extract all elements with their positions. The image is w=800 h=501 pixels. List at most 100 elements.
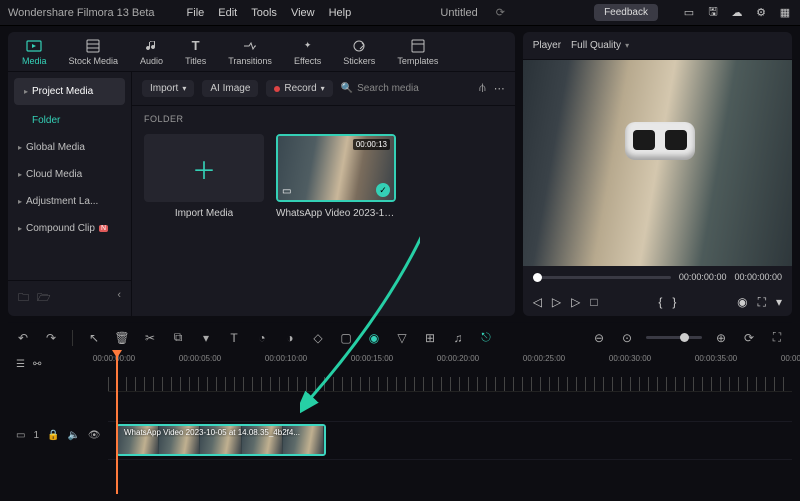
video-track-header[interactable]: ▭ 1 🔒 🔈 👁 <box>8 416 108 454</box>
feedback-button[interactable]: Feedback <box>594 4 658 21</box>
sidebar-compound-clip[interactable]: ▸ Compound Clip N <box>8 215 131 242</box>
menu-help[interactable]: Help <box>329 7 352 19</box>
marker-button[interactable]: ▽ <box>393 329 411 347</box>
quality-dropdown[interactable]: Full Quality ▾ <box>571 40 629 51</box>
mark-in-button[interactable]: { <box>658 295 662 309</box>
delete-button[interactable]: 🗑 <box>113 329 131 347</box>
top-menubar: Wondershare Filmora 13 Beta File Edit To… <box>0 0 800 26</box>
monitor-icon[interactable]: ▭ <box>682 6 696 20</box>
collapse-icon[interactable]: ‹ <box>117 289 121 308</box>
menu-tools[interactable]: Tools <box>251 7 277 19</box>
audio-button[interactable]: ♫ <box>449 329 467 347</box>
split-button[interactable]: ✂ <box>141 329 159 347</box>
grid-icon[interactable]: ▦ <box>778 6 792 20</box>
sidebar-folder[interactable]: Folder <box>8 107 131 134</box>
ruler-time: 00:00:15:00 <box>351 354 393 363</box>
new-folder-alt-icon[interactable]: 🗁 <box>37 289 51 308</box>
time-ruler[interactable]: 00:00:00:0000:00:05:0000:00:10:0000:00:1… <box>108 352 792 392</box>
dropdown-button[interactable]: ▾ <box>197 329 215 347</box>
transition-icon <box>242 38 258 54</box>
tab-label: Stickers <box>343 56 375 66</box>
chevron-down-icon: ▾ <box>182 84 186 93</box>
redo-button[interactable]: ↷ <box>42 329 60 347</box>
ai-button[interactable]: ◉ <box>365 329 383 347</box>
sidebar-project-media[interactable]: ▸ Project Media <box>14 78 125 105</box>
settings-icon[interactable]: ⚙ <box>754 6 768 20</box>
next-frame-button[interactable]: ▷ <box>571 295 580 309</box>
more-icon[interactable]: ⋯ <box>494 82 505 95</box>
expand-button[interactable]: ⛶ <box>758 295 766 310</box>
tab-titles[interactable]: T Titles <box>185 38 206 66</box>
media-clip-tile[interactable]: 00:00:13 ▭ ✓ WhatsApp Video 2023-10-05..… <box>276 134 396 219</box>
zoom-slider[interactable] <box>646 336 702 339</box>
import-media-tile[interactable]: ＋ Import Media <box>144 134 264 219</box>
undo-button[interactable]: ↶ <box>14 329 32 347</box>
keyframe-button[interactable]: ◇ <box>309 329 327 347</box>
color-button[interactable]: ◑ <box>281 329 299 347</box>
tracks-icon[interactable]: ☰ <box>16 359 25 370</box>
menu-file[interactable]: File <box>187 7 205 19</box>
tile-label: WhatsApp Video 2023-10-05... <box>276 208 396 219</box>
zoom-fit-button[interactable]: ⊙ <box>618 329 636 347</box>
stop-button[interactable]: □ <box>590 295 597 309</box>
player-label: Player <box>533 40 561 51</box>
mute-icon[interactable]: 🔈 <box>67 430 79 441</box>
tab-audio[interactable]: Audio <box>140 38 163 66</box>
tab-templates[interactable]: Templates <box>397 38 438 66</box>
tab-label: Titles <box>185 56 206 66</box>
speed-button[interactable]: ◔ <box>253 329 271 347</box>
new-folder-icon[interactable]: 🗀 <box>18 289 29 308</box>
mixer-button[interactable]: ⎋ <box>477 329 495 347</box>
scrub-slider[interactable] <box>533 276 671 279</box>
tab-transitions[interactable]: Transitions <box>228 38 272 66</box>
green-screen-button[interactable]: ▢ <box>337 329 355 347</box>
record-dropdown[interactable]: Record ▾ <box>266 80 332 97</box>
tab-stickers[interactable]: Stickers <box>343 38 375 66</box>
timeline-tracks[interactable]: 00:00:00:0000:00:05:0000:00:10:0000:00:1… <box>108 352 792 494</box>
sidebar-cloud-media[interactable]: ▸ Cloud Media <box>8 161 131 188</box>
ruler-time: 00:00:40:00 <box>781 354 800 363</box>
check-icon: ✓ <box>376 183 390 197</box>
menu-edit[interactable]: Edit <box>218 7 237 19</box>
sidebar-adjustment-layer[interactable]: ▸ Adjustment La... <box>8 188 131 215</box>
filter-icon[interactable]: ⫛ <box>479 82 486 95</box>
play-button[interactable]: ▷ <box>552 295 561 309</box>
playhead[interactable] <box>116 352 118 494</box>
render-button[interactable]: ⟳ <box>740 329 758 347</box>
preview-viewport[interactable] <box>523 60 792 266</box>
tab-effects[interactable]: ✦ Effects <box>294 38 321 66</box>
document-title[interactable]: Untitled <box>440 7 477 19</box>
cloud-icon[interactable]: ☁ <box>730 6 744 20</box>
zoom-out-button[interactable]: ⊖ <box>590 329 608 347</box>
lock-icon[interactable]: 🔒 <box>47 430 59 441</box>
clip-label: WhatsApp Video 2023-10-05 at 14.08.35_4b… <box>124 428 300 437</box>
snapshot-button[interactable]: ◉ <box>737 295 747 309</box>
sidebar-label: Global Media <box>26 142 85 153</box>
pointer-tool[interactable]: ↖ <box>85 329 103 347</box>
timeline-clip[interactable]: WhatsApp Video 2023-10-05 at 14.08.35_4b… <box>116 424 326 456</box>
sync-icon[interactable]: ⟳ <box>496 6 505 19</box>
tab-stock-media[interactable]: Stock Media <box>69 38 119 66</box>
menu-view[interactable]: View <box>291 7 315 19</box>
link-icon[interactable]: ⚯ <box>33 359 41 370</box>
tab-label: Audio <box>140 56 163 66</box>
crop-button[interactable]: ⧉ <box>169 329 187 347</box>
sidebar-global-media[interactable]: ▸ Global Media <box>8 134 131 161</box>
tool-button[interactable]: ⊞ <box>421 329 439 347</box>
zoom-in-button[interactable]: ⊕ <box>712 329 730 347</box>
search-input[interactable]: 🔍 Search media <box>341 83 471 94</box>
mark-out-button[interactable]: } <box>672 295 676 309</box>
text-button[interactable]: T <box>225 329 243 347</box>
ai-image-button[interactable]: AI Image <box>202 80 258 97</box>
player-settings-button[interactable]: ▾ <box>776 295 782 309</box>
save-icon[interactable]: 🖫 <box>706 6 720 20</box>
fullscreen-button[interactable]: ⛶ <box>768 329 786 347</box>
record-dot-icon <box>274 86 280 92</box>
track-number: 1 <box>33 430 39 441</box>
video-track-row[interactable]: WhatsApp Video 2023-10-05 at 14.08.35_4b… <box>108 422 792 460</box>
import-dropdown[interactable]: Import ▾ <box>142 80 194 97</box>
tab-media[interactable]: Media <box>22 38 47 66</box>
timeline-panel: ↶ ↷ ↖ 🗑 ✂ ⧉ ▾ T ◔ ◑ ◇ ▢ ◉ ▽ ⊞ ♫ ⎋ ⊖ ⊙ ⊕ … <box>8 322 792 494</box>
prev-frame-button[interactable]: ◁ <box>533 295 542 309</box>
eye-icon[interactable]: 👁 <box>88 430 101 441</box>
